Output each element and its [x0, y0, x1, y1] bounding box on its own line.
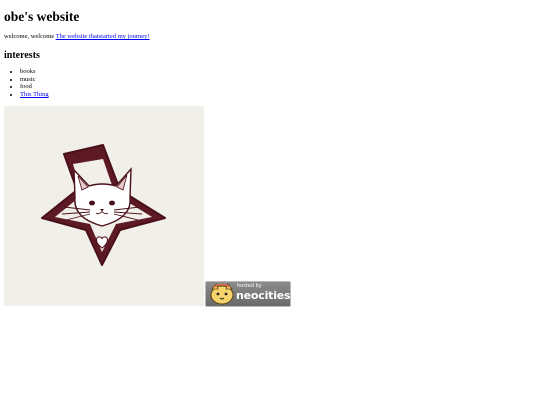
list-item: music	[20, 76, 49, 84]
cat-in-star-icon	[41, 144, 166, 266]
interests-list: books music food This Thing	[4, 68, 49, 99]
cat-image	[4, 106, 204, 306]
page-title: obe's website	[4, 9, 80, 24]
list-item: This Thing	[20, 91, 49, 99]
list-item: books	[20, 68, 49, 76]
interests-heading: interests	[4, 50, 40, 61]
neocities-badge[interactable]: hosted by neocities	[205, 281, 291, 307]
intro-paragraph: welcome, welcome The website thatstarted…	[4, 33, 150, 40]
journey-link[interactable]: The website thatstarted my journey!	[56, 33, 150, 40]
intro-text: welcome, welcome	[4, 33, 56, 40]
list-item: food	[20, 83, 49, 91]
this-thing-link[interactable]: This Thing	[20, 91, 49, 98]
badge-neocities-text: neocities	[236, 289, 291, 302]
neocities-cat-icon	[210, 283, 234, 305]
